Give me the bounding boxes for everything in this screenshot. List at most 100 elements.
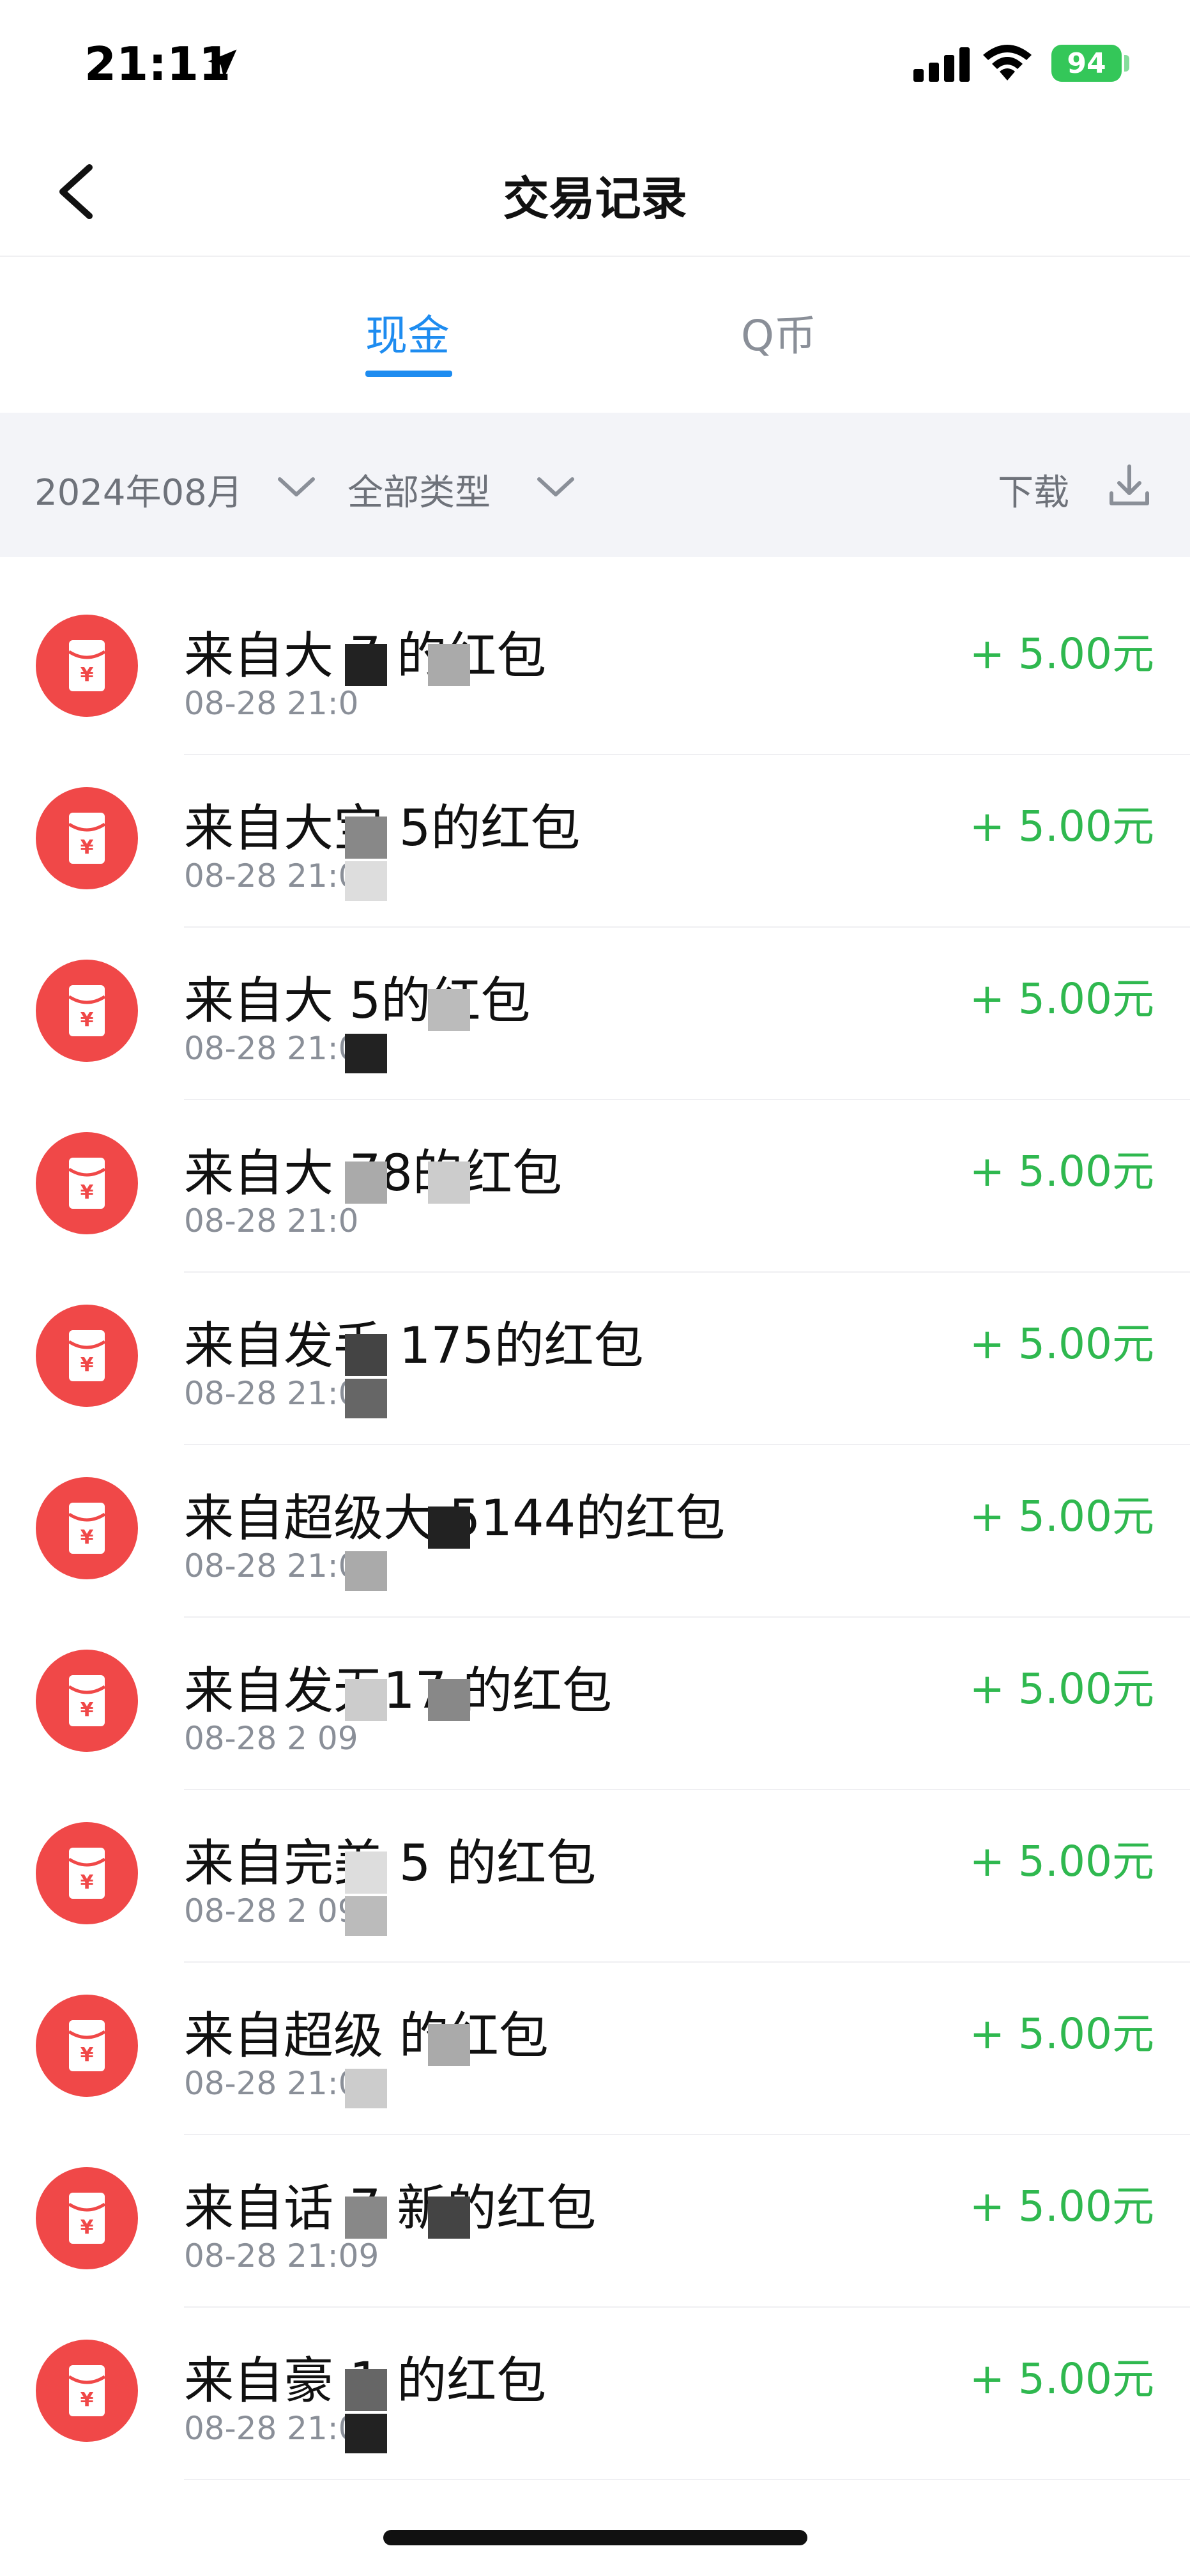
transaction-amount: + 5.00元: [969, 1147, 1154, 1196]
privacy-mosaic: [345, 1162, 387, 1204]
transaction-row[interactable]: ¥ 来自话 7 新的红包 08-28 21:09 + 5.00元: [0, 2135, 1190, 2308]
transaction-amount: + 5.00元: [969, 2354, 1154, 2404]
tab-bar: 现金 Q币: [0, 257, 1190, 410]
signal-icon: [913, 47, 970, 82]
transaction-row[interactable]: ¥ 来自完美 5 的红包 08-28 2 09 + 5.00元: [0, 1790, 1190, 1963]
privacy-mosaic: [345, 644, 387, 686]
red-envelope-icon: ¥: [36, 1305, 138, 1407]
privacy-mosaic: [428, 2024, 470, 2066]
transaction-row[interactable]: ¥ 来自发手 175的红包 08-28 21:09 + 5.00元: [0, 1273, 1190, 1445]
active-tab-indicator: [365, 371, 452, 377]
red-envelope-icon: ¥: [36, 1822, 138, 1924]
location-arrow-icon: [208, 49, 237, 79]
battery-level: 94: [1067, 47, 1106, 80]
tab-q-coin[interactable]: Q币: [741, 302, 816, 363]
type-filter[interactable]: 全部类型: [347, 464, 491, 516]
svg-text:¥: ¥: [80, 1354, 94, 1376]
privacy-mosaic: [345, 861, 387, 901]
transaction-title: 来自大 5的红包: [184, 972, 531, 1030]
red-envelope-icon: ¥: [36, 615, 138, 717]
month-filter[interactable]: 2024年08月: [34, 464, 243, 516]
transaction-row[interactable]: ¥ 来自大 7 的红包 08-28 21:0 + 5.00元: [0, 583, 1190, 755]
transaction-time: 08-28 2 09: [184, 1720, 358, 1757]
svg-text:¥: ¥: [80, 1526, 94, 1549]
transaction-time: 08-28 21:0: [184, 2410, 359, 2447]
svg-text:¥: ¥: [80, 2216, 94, 2239]
transaction-amount: + 5.00元: [969, 1319, 1154, 1368]
transaction-time: 08-28 21:0: [184, 1202, 359, 1239]
svg-text:¥: ¥: [80, 664, 94, 686]
privacy-mosaic: [345, 1379, 387, 1418]
privacy-mosaic: [345, 816, 387, 859]
status-bar: 21:11 94: [0, 0, 1190, 128]
privacy-mosaic: [345, 1851, 387, 1894]
home-indicator: [383, 2530, 807, 2545]
transaction-row[interactable]: ¥ 来自超级 的红包 08-28 21:0 + 5.00元: [0, 1963, 1190, 2135]
svg-text:¥: ¥: [80, 2044, 94, 2066]
privacy-mosaic: [345, 1334, 387, 1376]
privacy-mosaic: [345, 1679, 387, 1721]
transaction-amount: + 5.00元: [969, 629, 1154, 678]
battery-indicator: 94: [1051, 45, 1122, 82]
red-envelope-icon: ¥: [36, 2167, 138, 2269]
privacy-mosaic: [428, 989, 470, 1031]
privacy-mosaic: [428, 1679, 470, 1721]
filter-bar: 2024年08月 全部类型 下载: [0, 413, 1190, 557]
transaction-title: 来自发无17 的红包: [184, 1662, 613, 1720]
transaction-row[interactable]: ¥ 来自超级大 5144的红包 08-28 21:0 + 5.00元: [0, 1445, 1190, 1618]
transaction-row[interactable]: ¥ 来自豪 1 的红包 08-28 21:0 + 5.00元: [0, 2308, 1190, 2480]
tab-cash[interactable]: 现金: [365, 302, 450, 363]
privacy-mosaic: [345, 2414, 387, 2453]
transaction-amount: + 5.00元: [969, 2182, 1154, 2231]
svg-text:¥: ¥: [80, 2389, 94, 2411]
privacy-mosaic: [428, 1506, 470, 1549]
privacy-mosaic: [345, 1034, 387, 1073]
privacy-mosaic: [345, 2196, 387, 2239]
red-envelope-icon: ¥: [36, 2340, 138, 2442]
privacy-mosaic: [428, 2196, 470, 2239]
transaction-amount: + 5.00元: [969, 1492, 1154, 1541]
transaction-time: 08-28 21:09: [184, 2237, 379, 2274]
transaction-time: 08-28 21:0: [184, 1547, 359, 1584]
transaction-title: 来自完美 5 的红包: [184, 1835, 597, 1892]
transaction-list: ¥ 来自大 7 的红包 08-28 21:0 + 5.00元 ¥ 来自大宝 5的…: [0, 583, 1190, 2480]
transaction-title: 来自话 7 新的红包: [184, 2180, 597, 2237]
transaction-time: 08-28 21:0: [184, 2065, 359, 2102]
transaction-time: 08-28 21:0: [184, 857, 359, 894]
download-button[interactable]: 下载: [998, 464, 1069, 516]
red-envelope-icon: ¥: [36, 1650, 138, 1752]
chevron-down-icon[interactable]: [276, 474, 317, 500]
transaction-amount: + 5.00元: [969, 974, 1154, 1023]
transaction-time: 08-28 2 09: [184, 1892, 358, 1929]
privacy-mosaic: [345, 2069, 387, 2108]
transaction-row[interactable]: ¥ 来自大 78的红包 08-28 21:0 + 5.00元: [0, 1100, 1190, 1273]
svg-text:¥: ¥: [80, 1871, 94, 1894]
svg-text:¥: ¥: [80, 1181, 94, 1204]
transaction-row[interactable]: ¥ 来自大宝 5的红包 08-28 21:0 + 5.00元: [0, 755, 1190, 928]
red-envelope-icon: ¥: [36, 787, 138, 889]
red-envelope-icon: ¥: [36, 1995, 138, 2097]
red-envelope-icon: ¥: [36, 1477, 138, 1579]
page-title: 交易记录: [503, 172, 687, 226]
download-icon[interactable]: [1106, 463, 1152, 509]
wifi-icon: [983, 45, 1032, 80]
transaction-amount: + 5.00元: [969, 1837, 1154, 1886]
transaction-row[interactable]: ¥ 来自大 5的红包 08-28 21:0 + 5.00元: [0, 928, 1190, 1100]
battery-cap: [1124, 55, 1129, 72]
chevron-down-icon[interactable]: [535, 474, 576, 500]
transaction-time: 08-28 21:0: [184, 685, 359, 722]
svg-text:¥: ¥: [80, 1699, 94, 1721]
privacy-mosaic: [428, 1162, 470, 1204]
privacy-mosaic: [345, 1896, 387, 1936]
transaction-title: 来自发手 175的红包: [184, 1317, 644, 1375]
privacy-mosaic: [345, 1551, 387, 1591]
red-envelope-icon: ¥: [36, 1132, 138, 1234]
transaction-title: 来自超级 的红包: [184, 2007, 549, 2065]
privacy-mosaic: [428, 644, 470, 686]
transaction-amount: + 5.00元: [969, 2009, 1154, 2058]
transaction-amount: + 5.00元: [969, 1664, 1154, 1713]
privacy-mosaic: [345, 2369, 387, 2411]
svg-text:¥: ¥: [80, 836, 94, 859]
transaction-row[interactable]: ¥ 来自发无17 的红包 08-28 2 09 + 5.00元: [0, 1618, 1190, 1790]
row-divider: [184, 2479, 1190, 2480]
